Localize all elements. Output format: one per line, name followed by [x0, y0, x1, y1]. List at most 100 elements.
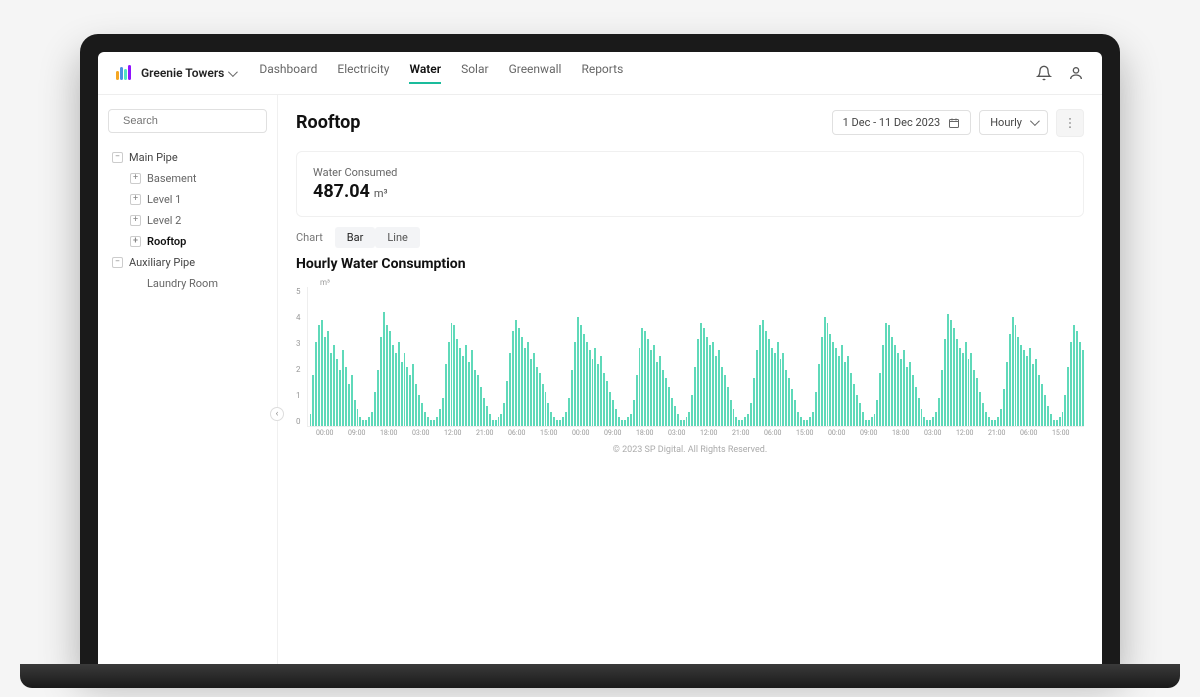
nav-water[interactable]: Water [409, 62, 441, 84]
footer: © 2023 SP Digital. All Rights Reserved. [296, 437, 1084, 459]
chart-bar [483, 398, 485, 426]
chart-bar [973, 370, 975, 426]
chart-bar [445, 364, 447, 425]
nav-reports[interactable]: Reports [581, 62, 623, 84]
tree-item[interactable]: Laundry Room [108, 273, 267, 294]
chart-bar [759, 325, 761, 425]
nav-solar[interactable]: Solar [461, 62, 488, 84]
search-input[interactable] [123, 115, 265, 127]
chart-bar [333, 345, 335, 426]
building-selector[interactable]: Greenie Towers [141, 66, 235, 80]
chart-tab-bar[interactable]: Bar [335, 227, 376, 248]
tree-item[interactable]: +Level 1 [108, 189, 267, 210]
chart-bar [371, 412, 373, 426]
chart-bar [782, 353, 784, 425]
chart-bar [489, 414, 491, 425]
chart-bar [1082, 350, 1084, 425]
chart-bar [815, 392, 817, 425]
metric-card: Water Consumed 487.04 m³ [296, 151, 1084, 217]
chart-bar [354, 400, 356, 425]
nav-greenwall[interactable]: Greenwall [509, 62, 562, 84]
chart-bar [336, 359, 338, 426]
chart-bar [368, 417, 370, 425]
nav-electricity[interactable]: Electricity [337, 62, 389, 84]
chart-bar [1032, 364, 1034, 425]
chart-bar [547, 403, 549, 425]
chart-bar [853, 384, 855, 426]
chart-bar [345, 367, 347, 425]
chart-bar [327, 331, 329, 426]
chart-bar [406, 367, 408, 425]
date-range-text: 1 Dec - 11 Dec 2023 [843, 116, 941, 129]
chart-bar [1006, 362, 1008, 426]
chart-bar [348, 384, 350, 426]
location-tree: −Main Pipe+Basement+Level 1+Level 2+Roof… [108, 147, 267, 294]
tree-item[interactable]: +Level 2 [108, 210, 267, 231]
metric-value: 487.04 [313, 181, 370, 202]
chart-bar [747, 414, 749, 425]
interval-selector[interactable]: Hourly [979, 110, 1048, 135]
tree-item[interactable]: +Rooftop [108, 231, 267, 252]
chart-bar [1062, 412, 1064, 426]
chevron-down-icon [1030, 116, 1037, 129]
chart-bar [1026, 356, 1028, 426]
chart-bar [985, 412, 987, 426]
chart-bar [1053, 420, 1055, 426]
chart-bar [500, 414, 502, 425]
chart-bar [959, 348, 961, 426]
chart-bar [912, 375, 914, 425]
chart-bar [1044, 395, 1046, 426]
tree-group[interactable]: −Auxiliary Pipe [108, 252, 267, 273]
chart-bar [941, 370, 943, 426]
chart-bar [1050, 414, 1052, 425]
chart-bar [947, 314, 949, 425]
chart-bar [891, 337, 893, 426]
chart-bar [398, 342, 400, 425]
chart-bar [932, 417, 934, 425]
chart-bar [545, 392, 547, 425]
chart-bar [715, 356, 717, 426]
chart-bar [518, 328, 520, 425]
chart-tab-line[interactable]: Line [375, 227, 420, 248]
x-axis: 00:0009:0018:0003:0012:0021:0006:0015:00… [296, 429, 1084, 437]
chart-bar [829, 334, 831, 426]
chart-bar [436, 417, 438, 425]
chevron-down-icon [228, 66, 235, 80]
chart-bar [835, 348, 837, 426]
chart-bar [448, 342, 450, 425]
chart-bar [812, 412, 814, 426]
chart-bar [706, 337, 708, 426]
chart-bar [785, 370, 787, 426]
chart-bar [1020, 345, 1022, 426]
chart-bar [659, 356, 661, 426]
chart-bar [950, 320, 952, 426]
chart-bar [838, 356, 840, 426]
nav-dashboard[interactable]: Dashboard [259, 62, 317, 84]
chart-bar [762, 320, 764, 426]
chart-bar [404, 353, 406, 425]
date-range-picker[interactable]: 1 Dec - 11 Dec 2023 [832, 110, 972, 135]
chart-bar [392, 345, 394, 426]
chart-bar [888, 325, 890, 425]
chart-bar [1056, 420, 1058, 426]
user-icon[interactable] [1068, 65, 1084, 81]
chart-bar [818, 364, 820, 425]
chart-bar [474, 370, 476, 426]
search-box[interactable] [108, 109, 267, 133]
chart-bar [641, 328, 643, 425]
chart-bar [612, 400, 614, 425]
chart-bar [856, 395, 858, 426]
chart-bar [733, 409, 735, 426]
chart-bar [897, 353, 899, 425]
more-options-button[interactable] [1056, 109, 1084, 137]
chart-bar [453, 325, 455, 425]
tree-item[interactable]: +Basement [108, 168, 267, 189]
tree-group[interactable]: −Main Pipe [108, 147, 267, 168]
chart-bar [424, 412, 426, 426]
bell-icon[interactable] [1036, 65, 1052, 81]
chart-bar [982, 403, 984, 425]
chart-bar [765, 331, 767, 426]
chart-bar [915, 387, 917, 426]
chart-bar [894, 345, 896, 426]
chart-bar [633, 400, 635, 425]
